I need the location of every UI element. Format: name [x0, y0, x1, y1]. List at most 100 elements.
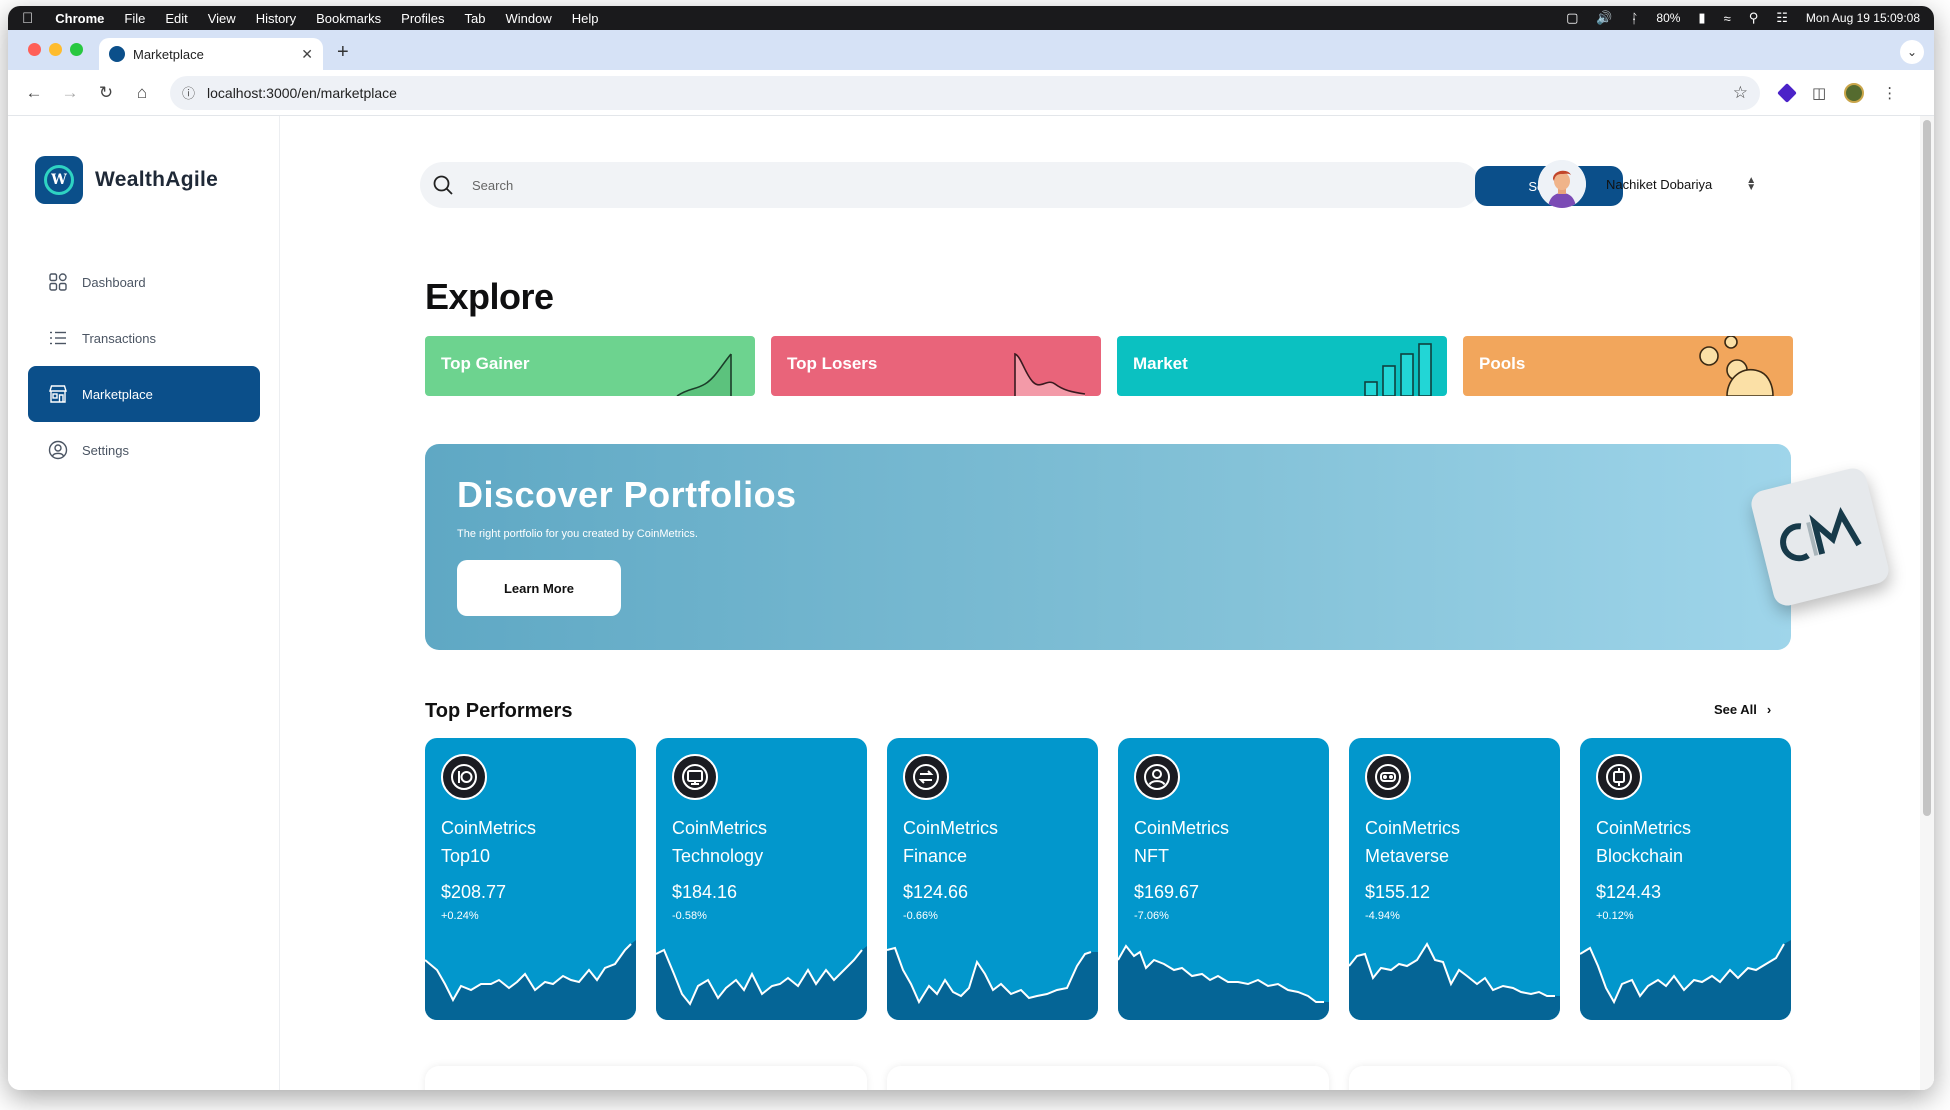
sidebar-item-label: Marketplace: [82, 386, 153, 402]
menu-history[interactable]: History: [256, 11, 296, 26]
apple-icon[interactable]: : [22, 10, 33, 27]
menu-tab[interactable]: Tab: [465, 11, 486, 26]
volume-icon[interactable]: 🔊: [1596, 10, 1612, 26]
address-url[interactable]: localhost:3000/en/marketplace: [207, 85, 397, 101]
screen-mirror-icon[interactable]: ▢: [1566, 10, 1578, 26]
home-icon[interactable]: ⌂: [128, 79, 156, 107]
page-title: Explore: [425, 276, 554, 317]
profile-avatar-icon[interactable]: [1844, 82, 1865, 103]
sidebar-item-dashboard[interactable]: Dashboard: [28, 254, 260, 310]
bookmark-star-icon[interactable]: ☆: [1733, 83, 1748, 103]
category-top-losers[interactable]: Top Losers: [771, 336, 1101, 396]
learn-more-button[interactable]: Learn More: [457, 560, 621, 616]
coinmetrics-logo: [1748, 465, 1892, 609]
main-content: Search Nachiket Dobariya ▲ ▼ Explore Top…: [280, 116, 1934, 1090]
extension-purple-icon[interactable]: [1777, 82, 1797, 103]
browser-tab-marketplace[interactable]: Marketplace ✕: [99, 38, 323, 70]
category-top-gainer[interactable]: Top Gainer: [425, 336, 755, 396]
card-title-line2: Top10: [441, 846, 491, 866]
menu-profiles[interactable]: Profiles: [401, 11, 444, 26]
sidebar-item-transactions[interactable]: Transactions: [28, 310, 260, 366]
performer-card-metaverse[interactable]: CoinMetrics Metaverse $155.12 -4.94%: [1349, 738, 1560, 1020]
sidebar-nav: Dashboard Transactions Marketplace Setti…: [28, 254, 260, 478]
zoom-window-button[interactable]: [70, 43, 83, 56]
menu-window[interactable]: Window: [506, 11, 552, 26]
avatar[interactable]: [1538, 160, 1586, 208]
list-item[interactable]: [887, 1066, 1329, 1090]
close-window-button[interactable]: [28, 43, 41, 56]
tab-search-chevron-icon[interactable]: ⌄: [1900, 40, 1924, 64]
tab-title: Marketplace: [133, 46, 204, 62]
list-item[interactable]: [425, 1066, 867, 1090]
performer-card-blockchain[interactable]: CoinMetrics Blockchain $124.43 +0.12%: [1580, 738, 1791, 1020]
card-title-line2: Technology: [672, 846, 764, 866]
card-change: -4.94%: [1365, 910, 1400, 922]
sparkline-chart: [1349, 941, 1560, 1020]
card-title-line2: Metaverse: [1365, 846, 1450, 866]
falling-chart-icon: [1014, 352, 1086, 396]
menu-view[interactable]: View: [208, 11, 236, 26]
control-center-icon[interactable]: ☷: [1776, 10, 1788, 26]
bluetooth-icon[interactable]: ᛛ: [1631, 11, 1639, 26]
card-change: +0.24%: [441, 910, 479, 922]
category-pools[interactable]: Pools: [1463, 336, 1793, 396]
extensions-puzzle-icon[interactable]: ◫: [1812, 84, 1826, 102]
minimize-window-button[interactable]: [49, 43, 62, 56]
menu-file[interactable]: File: [124, 11, 145, 26]
see-all-link[interactable]: See All ›: [1714, 702, 1771, 717]
sparkline-chart: [656, 946, 867, 1020]
page-scrollbar[interactable]: [1920, 116, 1934, 1090]
menu-edit[interactable]: Edit: [165, 11, 187, 26]
performer-card-finance[interactable]: CoinMetrics Finance $124.66 -0.66%: [887, 738, 1098, 1020]
search-icon: [432, 174, 454, 196]
category-label: Top Gainer: [441, 354, 530, 373]
card-title-line1: CoinMetrics: [1134, 818, 1230, 838]
category-market[interactable]: Market: [1117, 336, 1447, 396]
exchange-icon: [903, 754, 949, 800]
chevron-updown-icon[interactable]: ▲ ▼: [1746, 176, 1756, 193]
reload-icon[interactable]: ↻: [92, 79, 120, 107]
new-tab-button[interactable]: +: [323, 41, 363, 70]
browser-window:  Chrome File Edit View History Bookmark…: [8, 6, 1934, 1090]
sidebar-item-label: Settings: [82, 442, 129, 458]
user-menu[interactable]: Nachiket Dobariya ▲ ▼: [1538, 160, 1756, 208]
performer-card-top10[interactable]: CoinMetrics Top10 $208.77 +0.24%: [425, 738, 636, 1020]
brand-name: WealthAgile: [95, 168, 219, 191]
sidebar-item-settings[interactable]: Settings: [28, 422, 260, 478]
top-performers-list: CoinMetrics Top10 $208.77 +0.24% CoinMet…: [425, 738, 1791, 1020]
sidebar-item-marketplace[interactable]: Marketplace: [28, 366, 260, 422]
address-bar[interactable]: ⓘ localhost:3000/en/marketplace ☆: [170, 75, 1760, 110]
brand-logo[interactable]: W WealthAgile: [35, 156, 218, 204]
performer-card-nft[interactable]: CoinMetrics NFT $169.67 -7.06%: [1118, 738, 1329, 1020]
spotlight-icon[interactable]: ⚲: [1749, 10, 1759, 26]
menubar-clock[interactable]: Mon Aug 19 15:09:08: [1806, 11, 1920, 25]
coins-icon: [1699, 336, 1774, 396]
banner-title: Discover Portfolios: [457, 474, 797, 515]
list-item[interactable]: [1349, 1066, 1791, 1090]
menu-app-name[interactable]: Chrome: [55, 11, 104, 26]
chevron-right-icon: ›: [1766, 702, 1772, 717]
wifi-icon[interactable]: ≈: [1724, 11, 1731, 26]
card-price: $208.77: [441, 882, 507, 902]
app-root: W WealthAgile Dashboard Transactions Mar…: [8, 116, 1934, 1090]
section-title-top-performers: Top Performers: [425, 700, 573, 722]
sparkline-chart: [1580, 940, 1791, 1020]
kebab-menu-icon[interactable]: ⋮: [1882, 84, 1897, 102]
card-price: $124.66: [903, 882, 969, 902]
browser-toolbar: ← → ↻ ⌂ ⓘ localhost:3000/en/marketplace …: [8, 70, 1934, 116]
menu-bookmarks[interactable]: Bookmarks: [316, 11, 381, 26]
close-tab-icon[interactable]: ✕: [301, 46, 313, 63]
card-title-line2: NFT: [1134, 846, 1169, 866]
window-controls: [8, 43, 99, 70]
toolbar-extensions: ◫ ⋮: [1777, 82, 1897, 103]
forward-arrow-icon[interactable]: →: [56, 79, 84, 107]
site-info-icon[interactable]: ⓘ: [182, 83, 195, 102]
scrollbar-thumb[interactable]: [1923, 120, 1931, 816]
search-input[interactable]: [472, 177, 1468, 193]
menu-help[interactable]: Help: [572, 11, 599, 26]
card-price: $124.43: [1596, 882, 1662, 902]
card-title-line2: Finance: [903, 846, 968, 866]
battery-icon[interactable]: ▮: [1698, 10, 1705, 26]
performer-card-technology[interactable]: CoinMetrics Technology $184.16 -0.58%: [656, 738, 867, 1020]
back-arrow-icon[interactable]: ←: [20, 79, 48, 107]
